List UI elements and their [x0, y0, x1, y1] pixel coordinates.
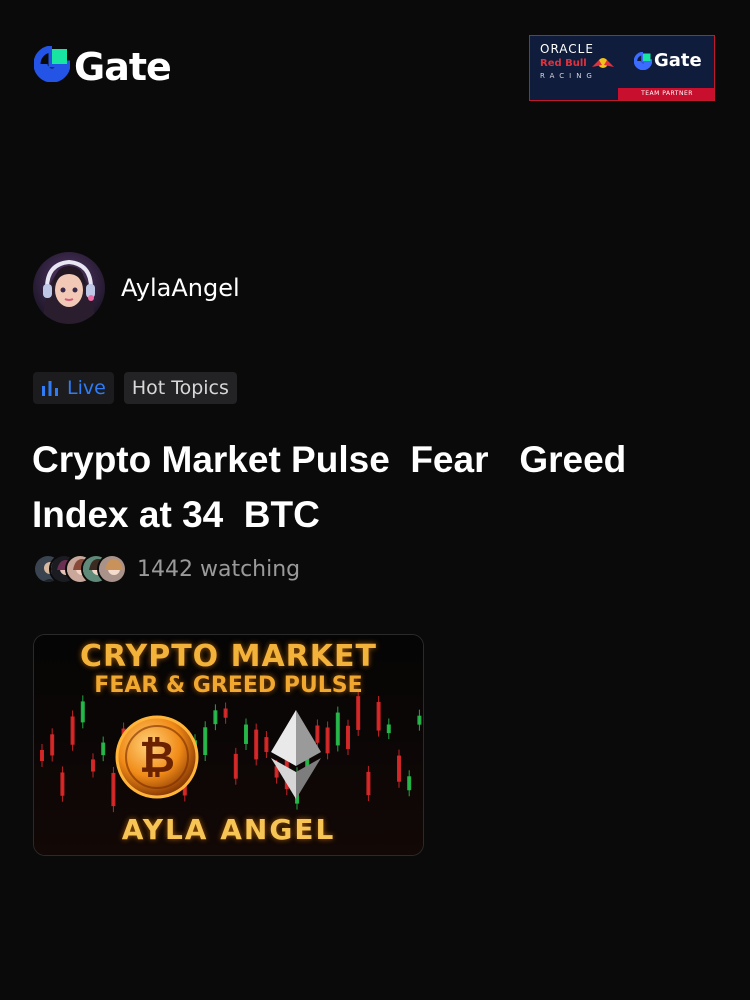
racing-wordmark: RACING	[540, 72, 597, 80]
brand-name: Gate	[74, 44, 172, 89]
gate-mini-icon	[634, 51, 652, 70]
candle-body	[366, 771, 371, 796]
oracle-wordmark: ORACLE	[540, 42, 594, 56]
author-row[interactable]: AylaAngel	[33, 252, 240, 324]
gate-logo[interactable]: Gate	[33, 44, 172, 89]
candle-body	[407, 776, 412, 791]
candle-body	[325, 727, 330, 754]
candle-body	[356, 696, 361, 730]
watching-count: 1442 watching	[137, 556, 301, 582]
gate-mini-text: Gate	[654, 50, 702, 71]
watcher-avatar	[97, 554, 127, 584]
live-label: Live	[67, 377, 106, 399]
candle-body	[244, 724, 248, 744]
thumbnail-subtitle: FEAR & GREED PULSE	[94, 673, 363, 698]
live-tag[interactable]: Live	[33, 372, 114, 404]
candle-body	[40, 749, 44, 761]
candle-body	[70, 716, 75, 745]
author-name[interactable]: AylaAngel	[121, 274, 240, 302]
candle-body	[335, 712, 340, 746]
redbull-wordmark: Red Bull	[540, 58, 587, 69]
candle-body	[376, 701, 381, 731]
candle-body	[60, 772, 65, 796]
candle-body	[417, 715, 422, 725]
thumbnail-title: CRYPTO MARKET	[80, 639, 377, 674]
candle-body	[80, 701, 85, 723]
hot-topics-label: Hot Topics	[131, 377, 229, 399]
candle-body	[386, 724, 391, 734]
avatar[interactable]	[33, 252, 105, 324]
team-partner-strip: TEAM PARTNER	[618, 88, 714, 100]
candle-body	[346, 725, 350, 749]
candle-body	[397, 755, 401, 782]
thumbnail-author: AYLA ANGEL	[121, 813, 336, 846]
tag-list: Live Hot Topics	[33, 372, 237, 404]
candle-body	[111, 772, 116, 807]
candle-body	[254, 729, 259, 760]
bitcoin-coin-icon: ₿	[115, 715, 199, 799]
candle-body	[315, 725, 320, 743]
candle-body	[223, 708, 228, 718]
watcher-avatars	[33, 554, 127, 584]
post-thumbnail[interactable]: ₿ CRYPTO MARKET FEAR & GREED PULSE AYLA …	[33, 634, 424, 856]
team-partner-badge: ORACLE Red Bull RACING Gate TEAM PARTNER	[529, 35, 715, 101]
candle-body	[203, 727, 208, 756]
svg-text:₿: ₿	[139, 732, 175, 783]
candle-body	[101, 742, 106, 756]
candle-body	[264, 737, 269, 752]
post-title[interactable]: Crypto Market Pulse Fear Greed Index at …	[32, 432, 722, 542]
hot-topics-tag[interactable]: Hot Topics	[123, 372, 237, 404]
redbull-icon	[592, 58, 614, 68]
watchers-row: 1442 watching	[33, 554, 300, 584]
candle-body	[213, 710, 218, 725]
candle-body	[91, 759, 95, 772]
bar-chart-icon	[42, 381, 58, 396]
gate-partner-logo: Gate	[634, 50, 702, 71]
candle-body	[233, 753, 238, 779]
candle-body	[50, 734, 55, 756]
gate-logo-icon	[33, 45, 71, 87]
